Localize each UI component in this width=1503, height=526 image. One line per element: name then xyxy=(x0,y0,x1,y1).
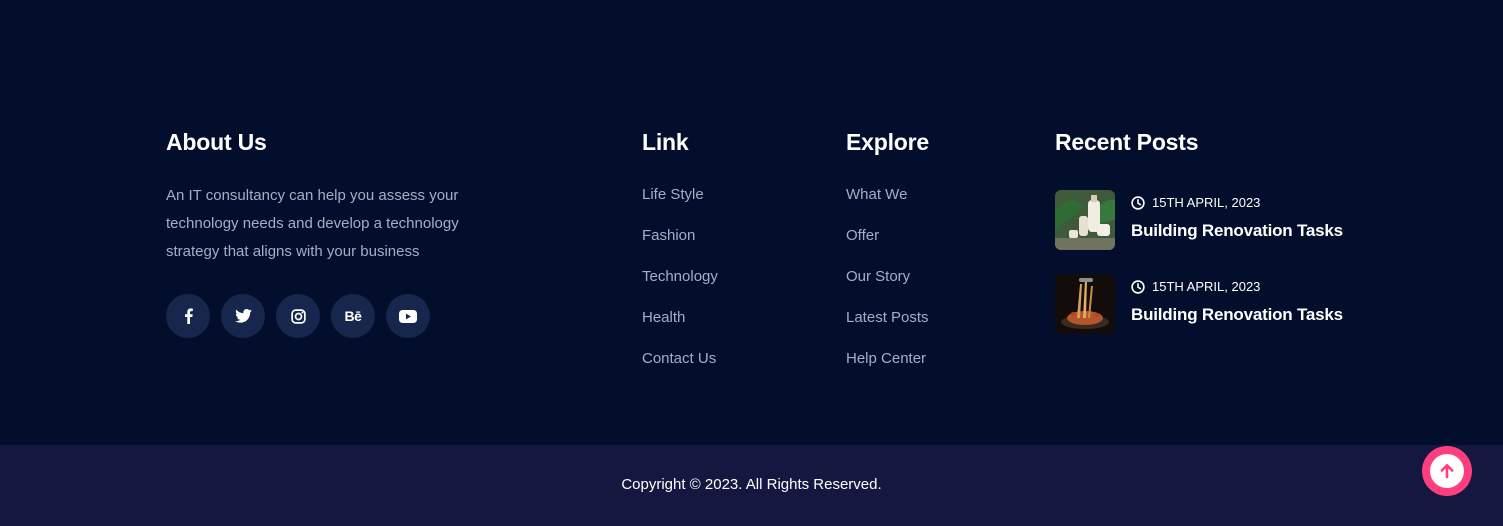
explore-latest-posts[interactable]: Latest Posts xyxy=(846,309,1026,327)
about-text: An IT consultancy can help you assess yo… xyxy=(166,187,459,260)
post-thumbnail[interactable] xyxy=(1055,190,1115,250)
clock-icon xyxy=(1131,280,1145,294)
facebook-icon xyxy=(184,308,193,324)
post-title[interactable]: Building Renovation Tasks xyxy=(1131,304,1343,326)
recent-posts-column: Recent Posts 15TH APRIL, 2023 Building R… xyxy=(1055,128,1385,358)
footer-main: About Us An IT consultancy can help you … xyxy=(0,0,1503,445)
footer-bottom-bar: Copyright © 2023. All Rights Reserved. xyxy=(0,445,1503,526)
recent-post[interactable]: 15TH APRIL, 2023 Building Renovation Tas… xyxy=(1055,274,1385,334)
social-links: Bē xyxy=(166,294,526,338)
post-date: 15TH APRIL, 2023 xyxy=(1131,194,1343,212)
post-title[interactable]: Building Renovation Tasks xyxy=(1131,220,1343,242)
explore-offer[interactable]: Offer xyxy=(846,227,1026,245)
link-fashion[interactable]: Fashion xyxy=(642,227,822,245)
post-body: 15TH APRIL, 2023 Building Renovation Tas… xyxy=(1131,190,1343,242)
scroll-to-top-button[interactable] xyxy=(1422,446,1472,496)
explore-help-center[interactable]: Help Center xyxy=(846,350,1026,368)
post-date-text: 15TH APRIL, 2023 xyxy=(1152,195,1261,210)
link-list: Life Style Fashion Technology Health Con… xyxy=(642,186,822,368)
youtube-button[interactable] xyxy=(386,294,430,338)
twitter-icon xyxy=(234,309,252,323)
link-heading: Link xyxy=(642,129,689,155)
recent-posts-heading: Recent Posts xyxy=(1055,129,1199,155)
recent-posts-list: 15TH APRIL, 2023 Building Renovation Tas… xyxy=(1055,190,1385,334)
youtube-icon xyxy=(399,309,417,323)
twitter-button[interactable] xyxy=(221,294,265,338)
post-date: 15TH APRIL, 2023 xyxy=(1131,278,1343,296)
link-health[interactable]: Health xyxy=(642,309,822,327)
link-technology[interactable]: Technology xyxy=(642,268,822,286)
explore-our-story[interactable]: Our Story xyxy=(846,268,1026,286)
clock-icon xyxy=(1131,196,1145,210)
behance-button[interactable]: Bē xyxy=(331,294,375,338)
behance-icon: Bē xyxy=(344,308,362,324)
instagram-button[interactable] xyxy=(276,294,320,338)
explore-column: Explore What We Offer Our Story Latest P… xyxy=(846,128,1026,391)
link-life-style[interactable]: Life Style xyxy=(642,186,822,204)
recent-post[interactable]: 15TH APRIL, 2023 Building Renovation Tas… xyxy=(1055,190,1385,250)
about-heading: About Us xyxy=(166,129,267,155)
arrow-up-icon xyxy=(1440,464,1454,479)
copyright-text: Copyright © 2023. All Rights Reserved. xyxy=(621,476,882,493)
link-contact-us[interactable]: Contact Us xyxy=(642,350,822,368)
link-column: Link Life Style Fashion Technology Healt… xyxy=(642,128,822,391)
post-thumbnail[interactable] xyxy=(1055,274,1115,334)
about-column: About Us An IT consultancy can help you … xyxy=(166,128,526,338)
explore-heading: Explore xyxy=(846,129,929,155)
post-body: 15TH APRIL, 2023 Building Renovation Tas… xyxy=(1131,274,1343,326)
instagram-icon xyxy=(290,308,306,324)
explore-what-we[interactable]: What We xyxy=(846,186,1026,204)
facebook-button[interactable] xyxy=(166,294,210,338)
post-date-text: 15TH APRIL, 2023 xyxy=(1152,279,1261,294)
explore-list: What We Offer Our Story Latest Posts Hel… xyxy=(846,186,1026,368)
